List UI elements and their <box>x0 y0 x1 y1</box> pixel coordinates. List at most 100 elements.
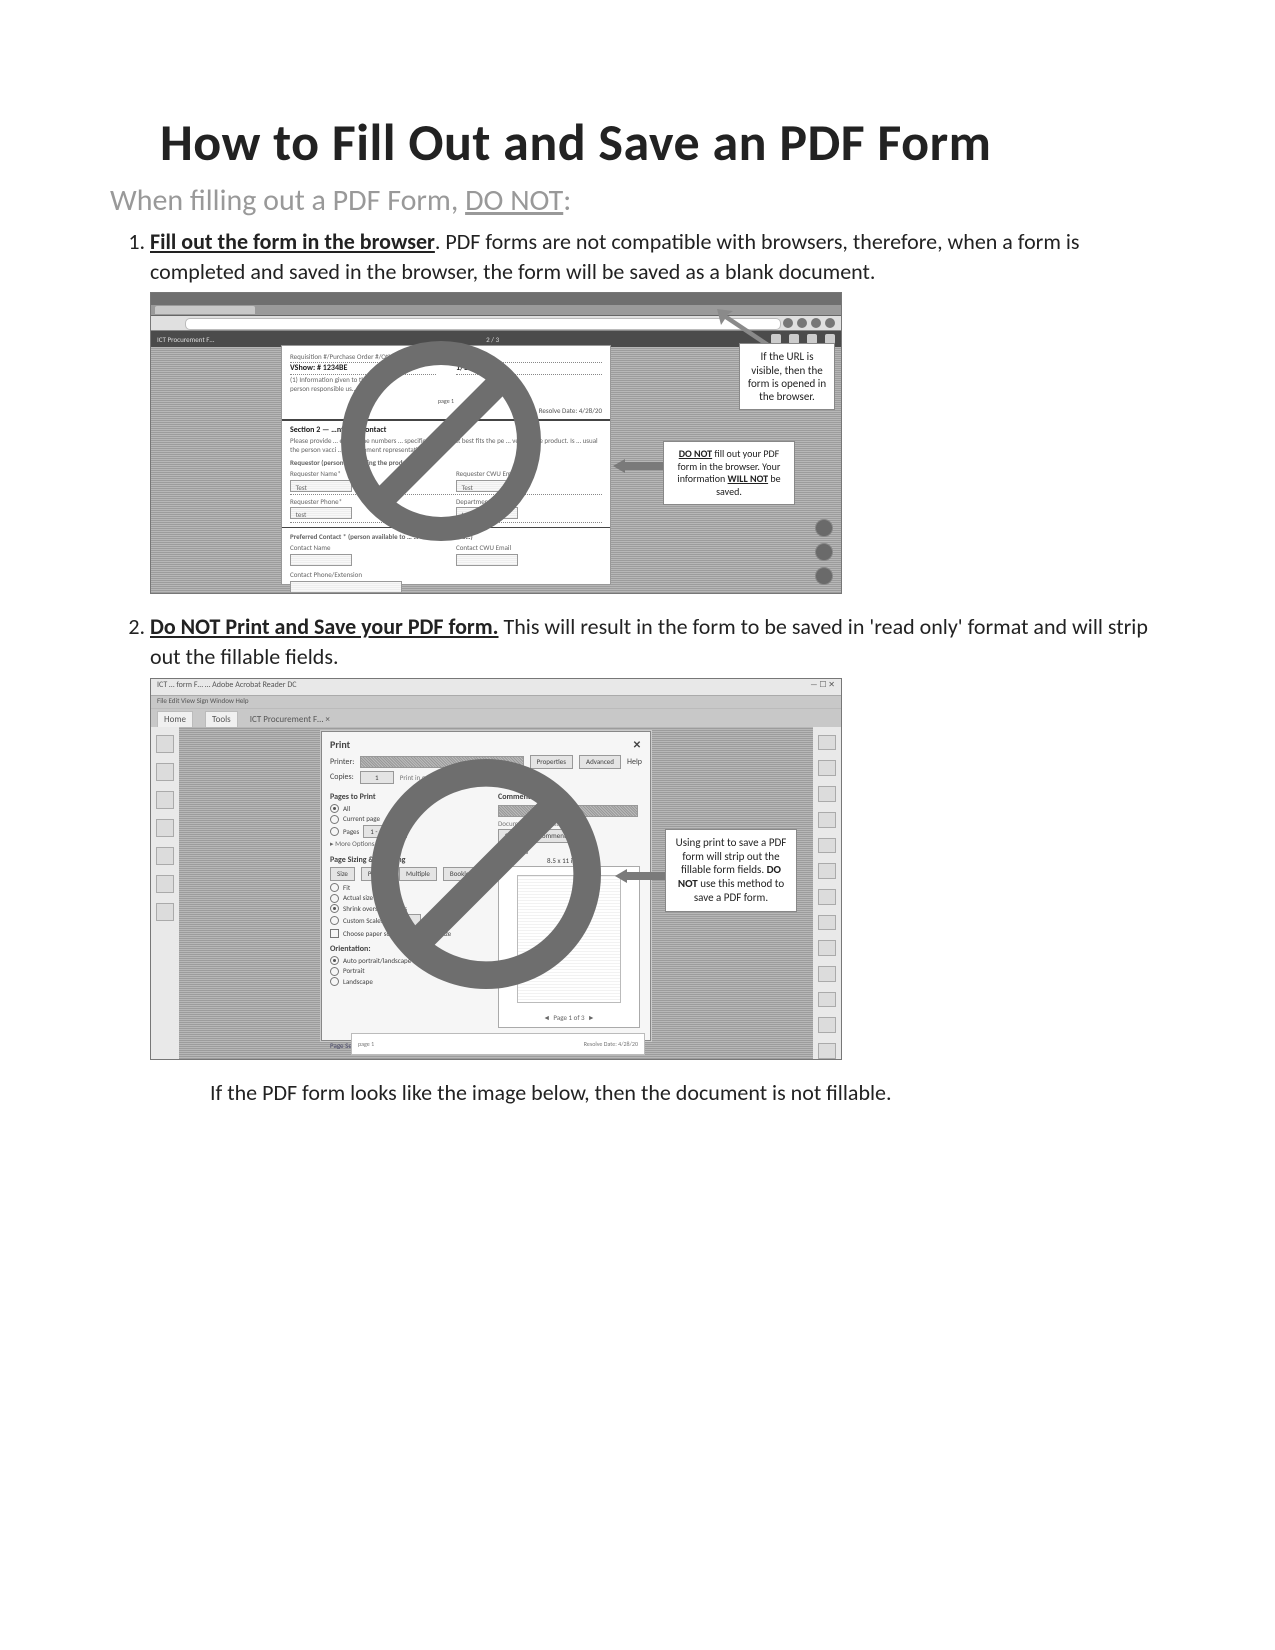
req-phone-label: Requester Phone* <box>290 497 436 506</box>
radio-shrink-label: Shrink oversized pages <box>343 904 407 913</box>
orientation-header: Orientation: <box>330 944 490 955</box>
preview-page <box>517 875 621 1003</box>
form-note: (1) Information given to the person resp… <box>290 375 436 394</box>
page-center: page 1 <box>290 397 602 405</box>
pdf-filename: ICT Procurement F… <box>157 335 214 344</box>
right-tool-rail <box>812 727 841 1059</box>
radio-custom-label: Custom Scale: <box>343 916 383 925</box>
dept-label: Department* <box>456 497 602 506</box>
req-phone-value: test <box>296 510 307 519</box>
window-controls: — ☐ ✕ <box>810 680 835 694</box>
background-page-footer: page 1 Resolve Date: 4/28/20 <box>351 1033 645 1055</box>
size-tab: Size <box>330 867 355 880</box>
req-email-label: Requester CWU Email* <box>456 469 602 478</box>
radio-all <box>330 804 339 813</box>
bg-resolve-date: Resolve Date: 4/28/20 <box>584 1040 638 1048</box>
radio-fit-label: Fit <box>343 883 350 892</box>
preferred-contact: Preferred Contact * (person available to… <box>290 532 602 541</box>
req-email-value: Test <box>462 483 473 492</box>
section2-header: Section 2 — …nt info/contact <box>290 425 602 436</box>
req-id-label: Requisition #/Purchase Order #/Other ID# <box>290 352 436 362</box>
help-link: Help <box>627 757 642 768</box>
pages-range: 1 - 3 <box>363 825 407 838</box>
compress-icon <box>818 940 836 956</box>
send-icon <box>818 992 836 1008</box>
redact-icon <box>818 889 836 905</box>
left-tool-rail <box>151 727 180 1059</box>
comments-selected: Document and Markups <box>498 819 638 828</box>
properties-button: Properties <box>530 755 573 768</box>
browser-tab <box>155 306 255 314</box>
edit-icon <box>818 760 836 776</box>
window-titlebar: ICT … form F… … Adobe Acrobat Reader DC … <box>151 679 841 696</box>
callout2-text-2: use this method to save a PDF form. <box>694 877 784 904</box>
more-tools-icon <box>156 903 174 921</box>
search-icon <box>156 819 174 837</box>
contact-email-field <box>456 554 518 566</box>
fab-2-icon <box>815 543 833 561</box>
menu-icon <box>825 318 835 328</box>
grayscale-note: Print in grayscale (black and white) <box>400 773 499 782</box>
callout-emph-1: DO NOT <box>679 447 712 460</box>
advanced-button: Advanced <box>579 755 621 768</box>
thumbnails-icon <box>156 735 174 753</box>
copies-value: 1 <box>360 771 394 784</box>
radio-actual-label: Actual size <box>343 893 373 902</box>
booklet-tab: Booklet <box>443 867 479 880</box>
printer-label: Printer: <box>330 757 354 768</box>
chk-papersource <box>330 929 339 938</box>
preview-nav-right: ► <box>588 1013 595 1022</box>
attachments-icon <box>156 791 174 809</box>
profile-icon <box>811 318 821 328</box>
dept-value: test <box>462 510 473 519</box>
pdf-form-page: Requisition #/Purchase Order #/Other ID#… <box>281 345 611 585</box>
urlbar-icons <box>783 318 835 328</box>
subhead-prefix: When filling out a PDF Form, <box>110 182 465 219</box>
radio-pages-label: Pages <box>343 827 359 836</box>
radio-pages <box>330 827 339 836</box>
radio-auto-label: Auto portrait/landscape <box>343 956 411 965</box>
radio-fit <box>330 883 339 892</box>
close-icon: ✕ <box>632 738 642 748</box>
summarize-button: Summarize Comments <box>498 829 576 842</box>
document-page: How to Fill Out and Save an PDF Form Whe… <box>0 0 1275 1650</box>
date-label: Date* <box>456 352 602 362</box>
extension-icon <box>783 318 793 328</box>
organize-icon <box>818 863 836 879</box>
subhead-suffix: : <box>563 182 571 219</box>
instruction-item-1: Fill out the form in the browser. PDF fo… <box>150 227 1165 594</box>
browser-titlebar <box>151 293 841 305</box>
item2-emph: Do NOT Print and Save your PDF form. <box>150 613 499 640</box>
chk-papersource-label: Choose paper source by PDF page size <box>343 929 451 938</box>
radio-portrait <box>330 967 339 976</box>
page-title: How to Fill Out and Save an PDF Form <box>160 110 1165 174</box>
bottom-caption: If the PDF form looks like the image bel… <box>210 1078 1165 1108</box>
measure-icon <box>818 1043 836 1059</box>
pages-to-print-header: Pages to Print <box>330 792 490 803</box>
comments-select <box>498 805 638 817</box>
do-not-callout-print: Using print to save a PDF form will stri… <box>665 829 797 912</box>
subheading: When filling out a PDF Form, DO NOT: <box>110 182 1165 219</box>
contact-phone-label: Contact Phone/Extension <box>290 570 602 579</box>
stamp-icon <box>818 1017 836 1033</box>
instruction-item-2: Do NOT Print and Save your PDF form. Thi… <box>150 612 1165 1107</box>
figure-print-dialog-screenshot: ICT … form F… … Adobe Acrobat Reader DC … <box>150 678 842 1060</box>
sizing-header: Page Sizing & Handling <box>330 855 490 866</box>
export-icon <box>818 735 836 751</box>
resolve-date: Resolve Date: 4/28/20 <box>290 406 602 415</box>
pdf-page-indicator: 2 / 3 <box>486 335 499 344</box>
comments-header: Comments & Forms <box>498 792 638 803</box>
contact-name-label: Contact Name <box>290 543 436 552</box>
radio-all-label: All <box>343 804 350 813</box>
doc-size: 8.5 x 11 inches <box>498 856 638 865</box>
radio-actual <box>330 894 339 903</box>
print-dialog: Print ✕ Printer: Properties Advanced Hel… <box>321 731 651 1041</box>
figure-browser-screenshot: ICT Procurement F… 2 / 3 Requisition #/P… <box>150 292 842 594</box>
floating-buttons <box>815 519 833 585</box>
create-icon <box>818 786 836 802</box>
window-title-text: ICT … form F… … Adobe Acrobat Reader DC <box>157 680 297 694</box>
more-options: ▸ More Options <box>330 839 490 848</box>
comment-icon <box>818 812 836 828</box>
fab-1-icon <box>815 519 833 537</box>
callout-emph-2: WILL NOT <box>728 472 769 485</box>
